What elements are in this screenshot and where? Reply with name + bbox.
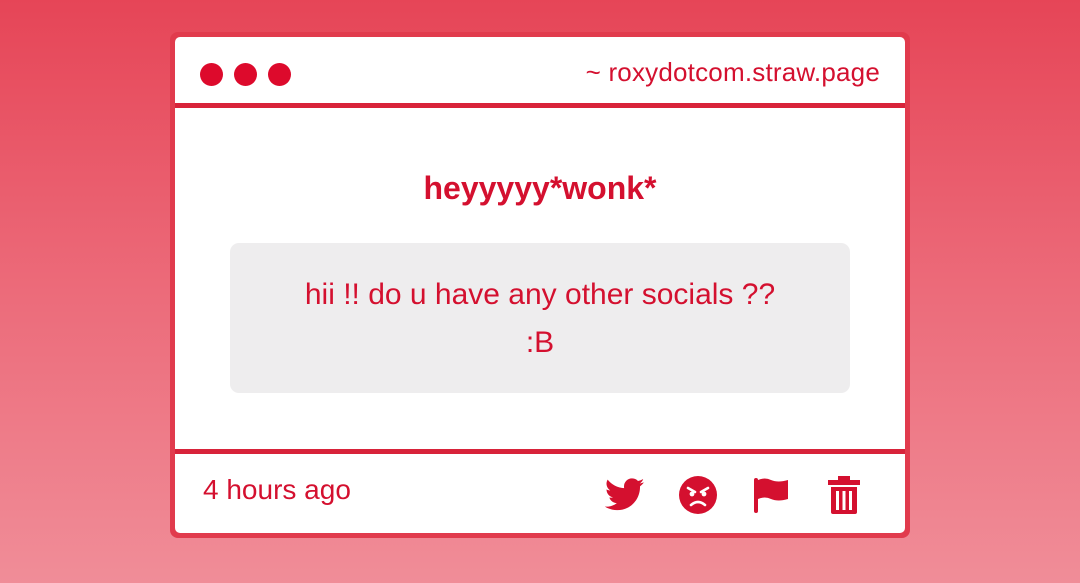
post-footer: 4 hours ago (175, 454, 905, 533)
window-dot[interactable] (200, 63, 223, 86)
url-label: ~ roxydotcom.straw.page (585, 57, 880, 87)
action-bar (604, 474, 865, 516)
window-dot[interactable] (268, 63, 291, 86)
share-twitter-button[interactable] (604, 474, 646, 516)
delete-button[interactable] (823, 474, 865, 516)
message-box: hii !! do u have any other socials ?? :B (230, 243, 850, 393)
angry-face-icon (679, 476, 717, 514)
twitter-icon (605, 478, 645, 511)
window-dot[interactable] (234, 63, 257, 86)
browser-window: ~ roxydotcom.straw.page heyyyyy*wonk* hi… (170, 32, 910, 538)
trash-icon (828, 476, 860, 514)
post-title: heyyyyy*wonk* (423, 170, 657, 206)
block-button[interactable] (677, 474, 719, 516)
window-controls (200, 63, 291, 86)
timestamp: 4 hours ago (203, 474, 351, 505)
report-button[interactable] (750, 474, 792, 516)
post-content: heyyyyy*wonk* hii !! do u have any other… (175, 108, 905, 449)
title-bar: ~ roxydotcom.straw.page (175, 37, 905, 103)
flag-icon (754, 478, 788, 513)
